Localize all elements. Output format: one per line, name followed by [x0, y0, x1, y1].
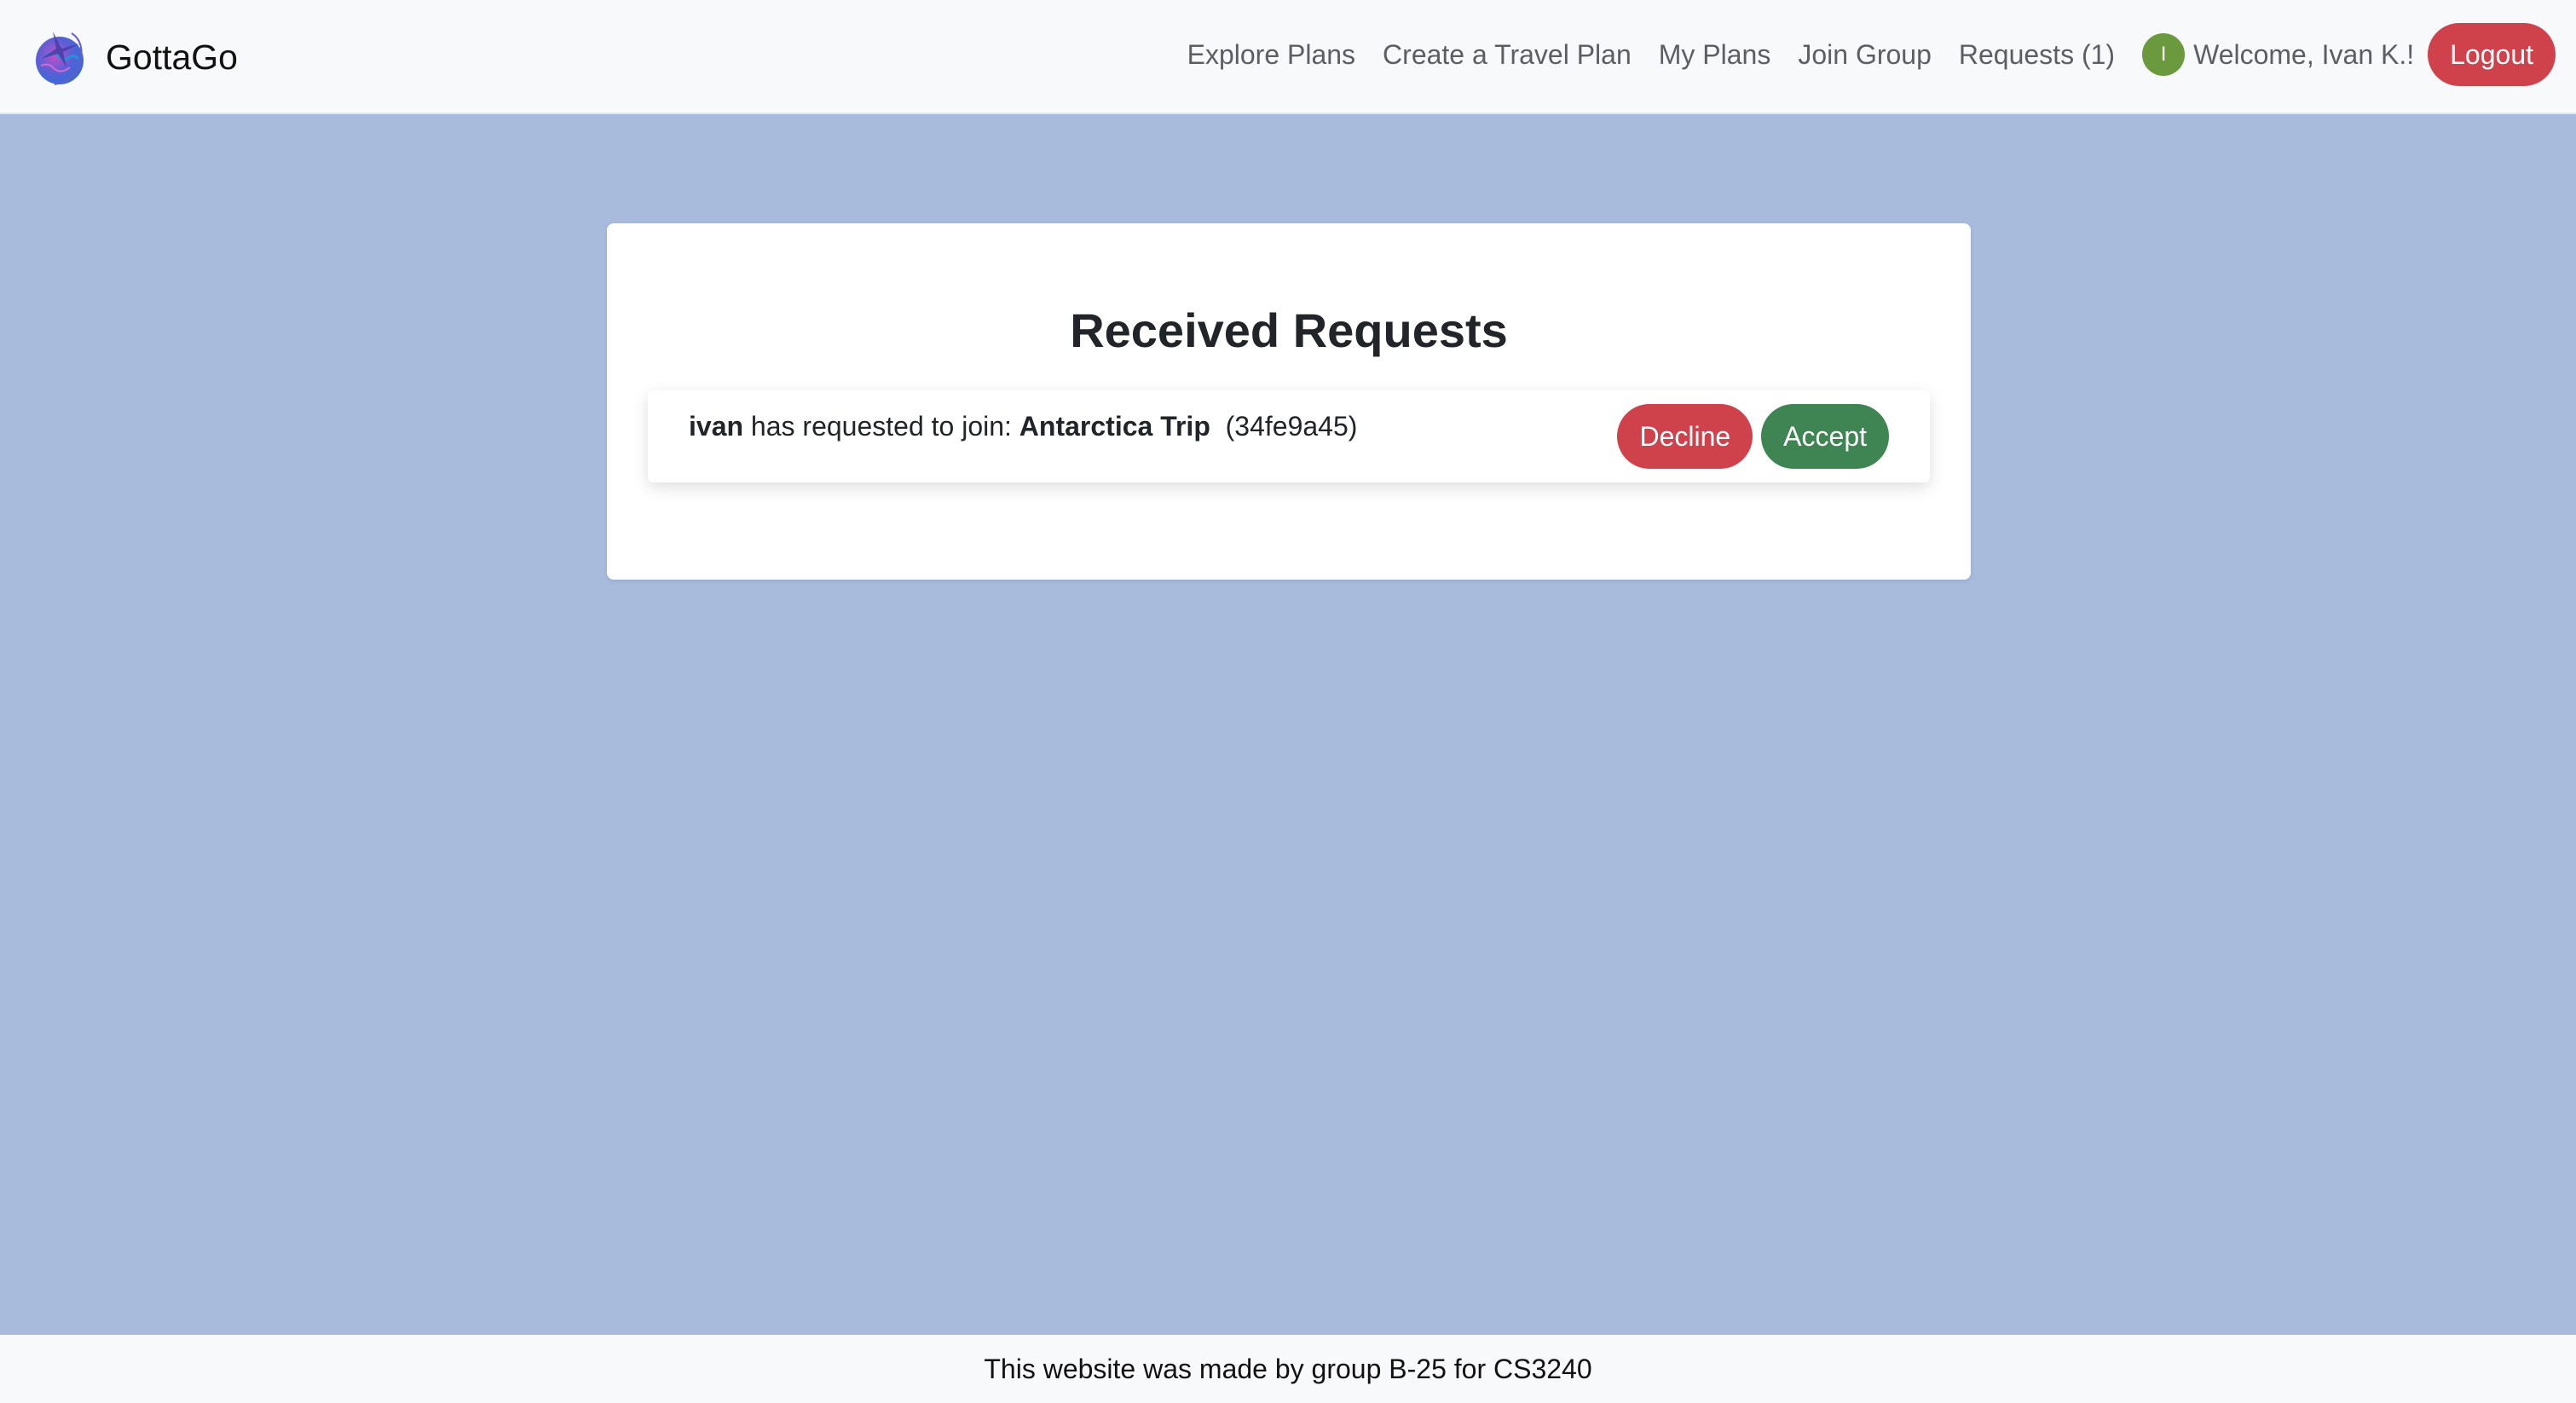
request-message: has requested to join: — [743, 411, 1019, 442]
welcome-text: Welcome, Ivan K.! — [2193, 38, 2415, 70]
request-plan-name: Antarctica Trip — [1019, 411, 1210, 442]
accept-button[interactable]: Accept — [1761, 404, 1889, 469]
nav-links: Explore Plans Create a Travel Plan My Pl… — [1187, 19, 2556, 90]
request-item: ivan has requested to join: Antarctica T… — [648, 390, 1930, 482]
request-user: ivan — [689, 411, 744, 442]
brand-link[interactable]: GottaGo — [29, 24, 238, 90]
nav-explore-plans[interactable]: Explore Plans — [1187, 39, 1355, 71]
request-plan-code: (34fe9a45) — [1210, 411, 1358, 442]
request-actions: Decline Accept — [1617, 404, 1889, 469]
logout-button[interactable]: Logout — [2428, 23, 2556, 86]
nav-join-group[interactable]: Join Group — [1798, 39, 1932, 71]
globe-plane-logo-icon — [36, 32, 84, 85]
navbar: GottaGo Explore Plans Create a Travel Pl… — [0, 0, 2576, 114]
request-text: ivan has requested to join: Antarctica T… — [689, 411, 1357, 442]
nav-requests[interactable]: Requests (1) — [1959, 39, 2115, 71]
page-title: Received Requests — [1070, 303, 1508, 357]
requests-card: Received Requests ivan has requested to … — [607, 223, 1971, 580]
decline-button[interactable]: Decline — [1617, 404, 1753, 469]
brand-name: GottaGo — [106, 37, 238, 77]
nav-my-plans[interactable]: My Plans — [1659, 39, 1771, 71]
footer: This website was made by group B-25 for … — [0, 1335, 2576, 1403]
nav-create-travel-plan[interactable]: Create a Travel Plan — [1383, 39, 1632, 71]
user-avatar: I — [2142, 33, 2186, 76]
footer-text: This website was made by group B-25 for … — [984, 1353, 1592, 1384]
